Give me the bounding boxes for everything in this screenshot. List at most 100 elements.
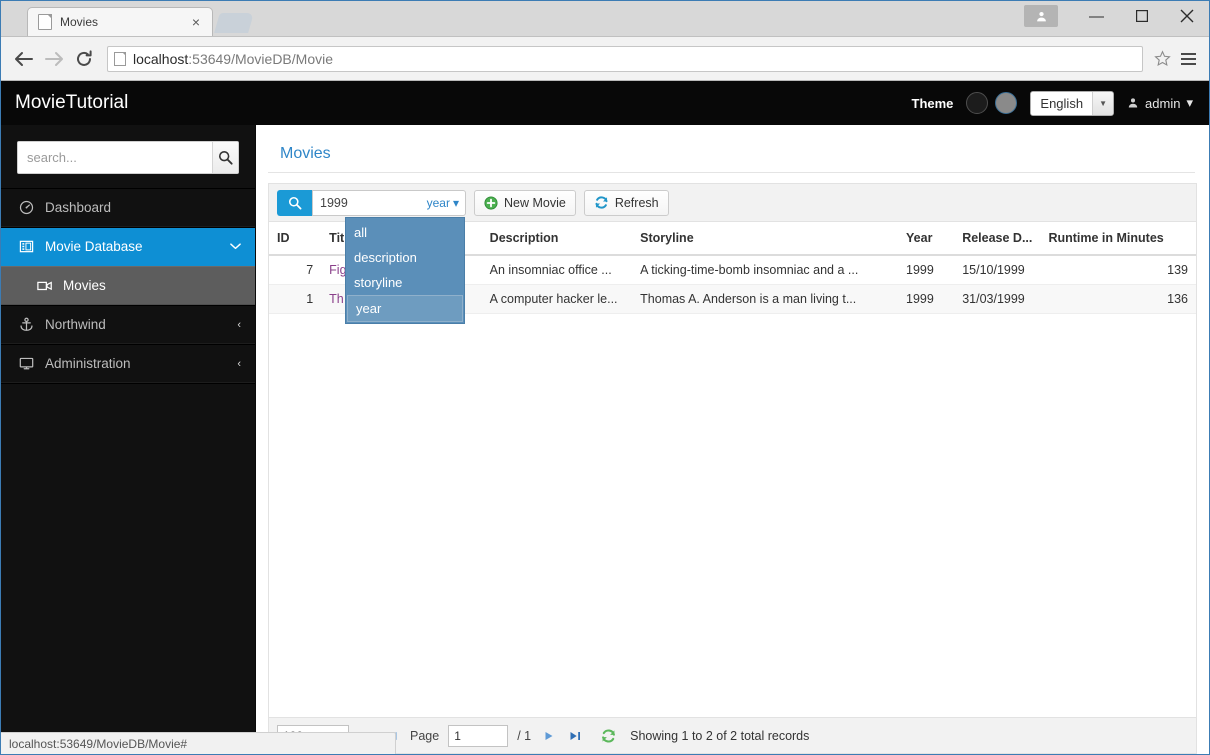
hamburger-line — [1181, 53, 1196, 55]
page-label: Page — [410, 729, 439, 743]
theme-dot-gray[interactable] — [995, 92, 1017, 114]
column-header-storyline[interactable]: Storyline — [632, 222, 898, 255]
header-right: Theme English ▼ admin ▾ — [912, 91, 1210, 116]
search-input[interactable] — [18, 142, 212, 173]
theme-dot-dark[interactable] — [966, 92, 988, 114]
user-icon[interactable] — [1024, 5, 1058, 27]
search-icon[interactable] — [212, 142, 238, 173]
new-movie-label: New Movie — [504, 196, 566, 210]
new-tab-button[interactable] — [214, 13, 254, 33]
movies-grid: year ▾ New Movie Refresh — [268, 183, 1197, 754]
column-header-release-date[interactable]: Release D... — [954, 222, 1040, 255]
column-header-id[interactable]: ID — [269, 222, 321, 255]
cell-year: 1999 — [898, 285, 954, 314]
page-title: Movies — [268, 125, 1195, 173]
url-host: localhost — [133, 51, 188, 67]
anchor-icon — [19, 317, 45, 332]
status-bar-text: localhost:53649/MovieDB/Movie# — [9, 737, 187, 751]
url-text: localhost:53649/MovieDB/Movie — [133, 51, 333, 67]
quick-search-field: year ▾ — [312, 190, 466, 216]
records-summary: Showing 1 to 2 of 2 total records — [630, 729, 809, 743]
movie-title-link[interactable]: Fig — [329, 263, 346, 277]
sidebar-item-label: Movie Database — [45, 239, 230, 254]
url-input[interactable]: localhost:53649/MovieDB/Movie — [107, 46, 1143, 72]
close-window-button[interactable] — [1164, 1, 1209, 31]
new-movie-button[interactable]: New Movie — [474, 190, 576, 216]
movie-title-link[interactable]: Th — [329, 292, 344, 306]
language-value: English — [1031, 92, 1092, 115]
app-brand[interactable]: MovieTutorial — [15, 92, 128, 114]
page-viewport: MovieTutorial Theme English ▼ admin ▾ — [1, 81, 1209, 754]
dropdown-option-storyline[interactable]: storyline — [346, 270, 464, 295]
last-page-icon[interactable] — [566, 730, 583, 742]
cell-description: An insomniac office ... — [482, 255, 632, 285]
url-path: :53649/MovieDB/Movie — [188, 51, 333, 67]
page-icon — [114, 52, 126, 66]
cell-id: 1 — [269, 285, 321, 314]
main-content: Movies year ▾ — [256, 125, 1209, 754]
refresh-button[interactable]: Refresh — [584, 190, 669, 216]
cell-description: A computer hacker le... — [482, 285, 632, 314]
search-input[interactable] — [320, 196, 427, 210]
sidebar-item-dashboard[interactable]: Dashboard — [1, 188, 255, 227]
cell-runtime: 139 — [1040, 255, 1196, 285]
chevron-down-icon: ▾ — [1186, 95, 1193, 111]
chevron-down-icon: ▼ — [1092, 92, 1113, 115]
cell-storyline: Thomas A. Anderson is a man living t... — [632, 285, 898, 314]
sidebar-item-label: Movies — [63, 278, 241, 293]
app-header: MovieTutorial Theme English ▼ admin ▾ — [1, 81, 1209, 125]
address-bar: localhost:53649/MovieDB/Movie — [1, 37, 1209, 81]
forward-button[interactable] — [39, 44, 69, 74]
star-icon[interactable] — [1149, 46, 1175, 72]
search-field-label: year — [427, 196, 450, 210]
browser-window: Movies × — localhost — [0, 0, 1210, 755]
close-icon[interactable]: × — [188, 15, 204, 29]
hamburger-icon[interactable] — [1175, 46, 1201, 72]
back-button[interactable] — [9, 44, 39, 74]
cell-year: 1999 — [898, 255, 954, 285]
sidebar-item-administration[interactable]: Administration ‹ — [1, 344, 255, 383]
column-header-year[interactable]: Year — [898, 222, 954, 255]
cell-release-date: 15/10/1999 — [954, 255, 1040, 285]
quick-search: year ▾ — [277, 190, 466, 216]
footer-refresh-icon[interactable] — [600, 728, 617, 744]
sidebar-item-movie-database[interactable]: Movie Database — [1, 227, 255, 266]
search-field-selector[interactable]: year ▾ — [427, 196, 459, 210]
sidebar-nav: Dashboard Movie Database — [1, 188, 255, 383]
theme-switcher — [966, 92, 1017, 114]
chevron-down-icon — [230, 241, 241, 253]
user-name: admin — [1145, 96, 1180, 111]
dropdown-option-all[interactable]: all — [346, 220, 464, 245]
column-header-runtime[interactable]: Runtime in Minutes — [1040, 222, 1196, 255]
user-menu[interactable]: admin ▾ — [1127, 95, 1193, 111]
sidebar-item-northwind[interactable]: Northwind ‹ — [1, 305, 255, 344]
language-select[interactable]: English ▼ — [1030, 91, 1114, 116]
maximize-button[interactable] — [1119, 1, 1164, 31]
reload-button[interactable] — [69, 44, 99, 74]
page-total-label: / 1 — [517, 729, 531, 743]
chevron-left-icon: ‹ — [237, 358, 241, 370]
body-row: Dashboard Movie Database — [1, 125, 1209, 754]
cell-id: 7 — [269, 255, 321, 285]
cell-storyline: A ticking-time-bomb insomniac and a ... — [632, 255, 898, 285]
sidebar-search-wrap — [1, 125, 255, 188]
sidebar-item-movies[interactable]: Movies — [1, 266, 255, 305]
browser-tab-title: Movies — [60, 15, 188, 29]
page-number-input[interactable] — [448, 725, 508, 747]
movie-camera-icon — [37, 279, 63, 292]
next-page-icon[interactable] — [540, 730, 557, 742]
hamburger-line — [1181, 63, 1196, 65]
column-header-description[interactable]: Description — [482, 222, 632, 255]
refresh-icon — [594, 195, 609, 210]
search-icon[interactable] — [277, 190, 312, 216]
cell-runtime: 136 — [1040, 285, 1196, 314]
sidebar-filler — [1, 383, 255, 754]
dropdown-option-year[interactable]: year — [347, 295, 463, 322]
dashboard-icon — [19, 200, 45, 215]
browser-tab[interactable]: Movies × — [27, 7, 213, 36]
cell-release-date: 31/03/1999 — [954, 285, 1040, 314]
sidebar-item-label: Dashboard — [45, 200, 241, 215]
minimize-button[interactable]: — — [1074, 1, 1119, 31]
chevron-down-icon: ▾ — [453, 196, 459, 210]
dropdown-option-description[interactable]: description — [346, 245, 464, 270]
